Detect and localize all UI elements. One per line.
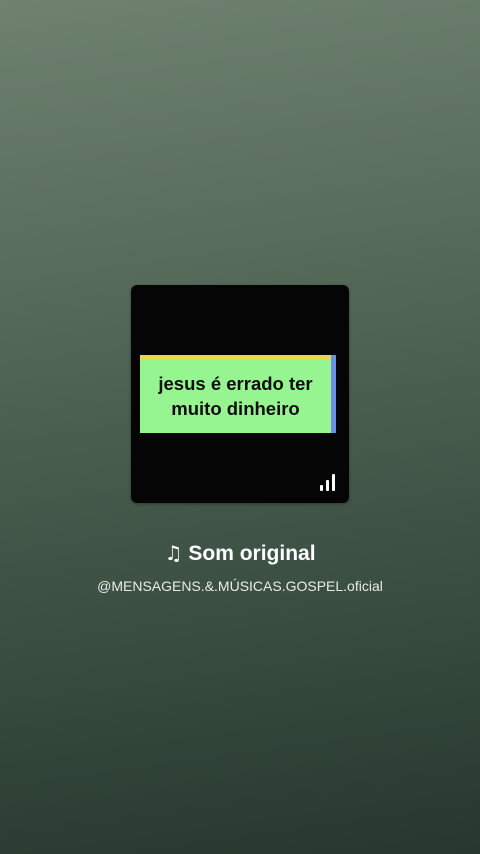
sound-cover-art[interactable]: jesus é errado ter muito dinheiro	[131, 285, 349, 503]
cover-caption-line-1: jesus é errado ter	[158, 373, 313, 394]
cover-text-box: jesus é errado ter muito dinheiro	[140, 355, 336, 433]
music-note-icon: ♫	[164, 541, 183, 565]
cover-caption-line-2: muito dinheiro	[171, 398, 300, 419]
text-box-face: jesus é errado ter muito dinheiro	[140, 359, 331, 433]
signal-bars-icon	[319, 474, 336, 491]
text-box-side-edge	[331, 355, 336, 433]
cover-caption: jesus é errado ter muito dinheiro	[146, 371, 326, 421]
sound-title-text: Som original	[188, 542, 316, 565]
sound-title[interactable]: ♫ Som original	[0, 539, 480, 568]
sound-author[interactable]: @MENSAGENS.&.MÚSICAS.GOSPEL.oficial	[0, 576, 480, 596]
